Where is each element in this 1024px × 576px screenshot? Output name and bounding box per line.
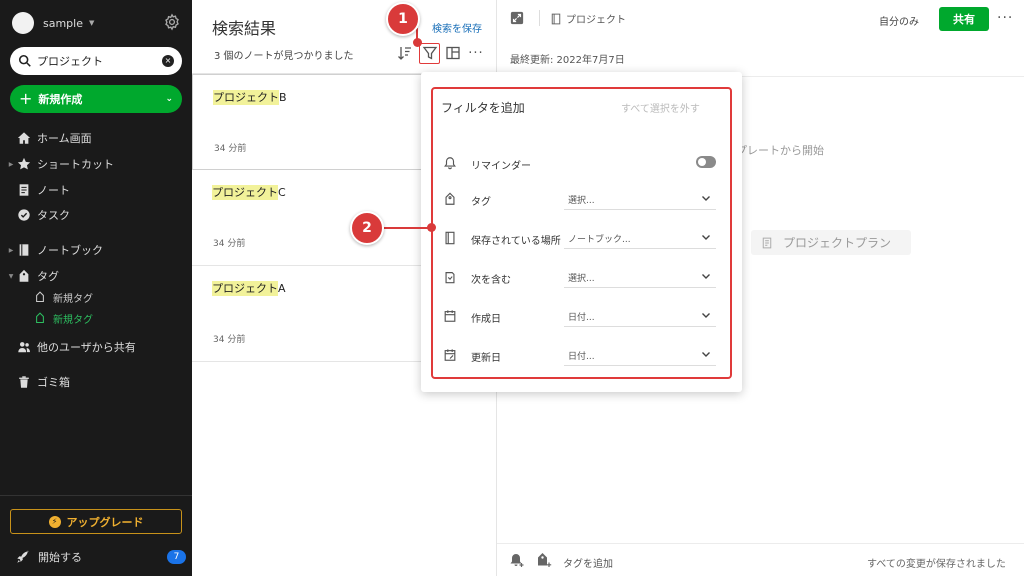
account-name: sample: [43, 16, 83, 30]
visibility-label[interactable]: 自分のみ: [879, 13, 919, 28]
search-icon: [18, 54, 31, 67]
annotation-dot: [413, 38, 422, 47]
sidebar-item-shared[interactable]: 他のユーザから共有: [6, 337, 186, 357]
sidebar-item-label: 新規タグ: [53, 314, 93, 326]
sidebar-item-label: タグ: [37, 270, 59, 283]
star-icon: [17, 157, 31, 170]
expand-triangle-icon[interactable]: ▶: [6, 247, 16, 254]
sidebar-item-label: 新規タグ: [53, 293, 93, 305]
expand-triangle-icon[interactable]: ▶: [6, 161, 16, 168]
save-status: すべての変更が保存されました: [867, 559, 1006, 570]
note-timestamp: 34 分前: [214, 144, 247, 154]
notebook-icon: [551, 13, 561, 24]
filter-popup-highlight-frame: [431, 87, 732, 379]
sidebar-item-label: ノート: [37, 184, 70, 197]
sidebar-item-notebooks[interactable]: ▶ ノートブック: [6, 240, 186, 260]
avatar: [12, 12, 34, 34]
save-search-link[interactable]: 検索を保存: [432, 20, 482, 35]
layout-icon[interactable]: [445, 45, 461, 61]
account-switcher[interactable]: sample ▼: [12, 10, 94, 36]
sidebar-item-tags[interactable]: ▼ タグ: [6, 266, 186, 286]
sidebar-item-label: タスク: [37, 209, 70, 222]
search-box: ×: [10, 47, 182, 75]
search-highlight: プロジェクト: [212, 281, 278, 296]
note-title: プロジェクトC: [212, 184, 286, 200]
template-hint: プレートから開始: [736, 144, 824, 157]
trash-icon: [19, 376, 29, 388]
clear-search-icon[interactable]: ×: [162, 55, 174, 67]
note-icon: [19, 184, 29, 196]
annotation-marker-2: 2: [350, 211, 384, 245]
rocket-icon: [17, 550, 29, 563]
sidebar-item-label: 他のユーザから共有: [37, 341, 136, 354]
plus-icon: +: [19, 89, 33, 108]
tag-outline-icon: [36, 291, 44, 303]
document-icon: [762, 237, 772, 248]
notebook-icon: [19, 244, 29, 256]
sidebar-item-trash[interactable]: ゴミ箱: [6, 372, 186, 392]
search-input[interactable]: [37, 54, 157, 68]
notebook-name: プロジェクト: [566, 15, 626, 26]
sidebar-item-label: ショートカット: [37, 158, 114, 171]
result-count: 3 個のノートが見つかりました: [214, 51, 354, 62]
annotation-dot: [427, 223, 436, 232]
new-note-label: 新規作成: [38, 93, 83, 106]
annotation-marker-1: 1: [386, 2, 420, 36]
template-item-label: プロジェクトプラン: [783, 236, 892, 250]
sidebar-item-notes[interactable]: ノート: [6, 180, 186, 200]
template-project-plan[interactable]: プロジェクトプラン: [751, 230, 911, 255]
sidebar-item-label: ホーム画面: [37, 132, 92, 145]
sidebar-item-tag-new-2[interactable]: 新規タグ: [34, 309, 93, 327]
collapse-triangle-icon[interactable]: ▼: [6, 273, 16, 280]
share-button[interactable]: 共有: [939, 7, 989, 31]
search-highlight: プロジェクト: [212, 185, 278, 200]
sidebar: sample ▼ × + 新規作成 ⌄ ホーム画面 ▶ ショートカット ノート …: [0, 0, 192, 576]
note-title-rest: C: [278, 186, 286, 199]
tag-add-icon[interactable]: [536, 552, 552, 568]
note-title-rest: A: [278, 282, 286, 295]
sidebar-item-label: ゴミ箱: [37, 376, 70, 389]
upgrade-label: アップグレード: [66, 515, 144, 529]
note-title: プロジェクトB: [213, 89, 287, 105]
sidebar-item-label: ノートブック: [37, 244, 103, 257]
search-highlight: プロジェクト: [213, 90, 279, 105]
note-timestamp: 34 分前: [213, 239, 246, 249]
upgrade-button[interactable]: ⚡ アップグレード: [10, 509, 182, 534]
reminder-add-icon[interactable]: [509, 552, 525, 568]
users-icon: [18, 342, 30, 353]
note-title-rest: B: [279, 91, 287, 104]
sidebar-item-home[interactable]: ホーム画面: [6, 128, 186, 148]
chevron-down-icon[interactable]: ⌄: [165, 94, 173, 104]
get-started-badge: 7: [167, 550, 186, 564]
annotation-connector: [384, 227, 432, 229]
toolbar-separator: [539, 10, 540, 26]
more-icon[interactable]: ···: [468, 45, 484, 61]
add-tag-label[interactable]: タグを追加: [563, 555, 613, 570]
tag-icon: [19, 269, 29, 282]
last-updated: 最終更新: 2022年7月7日: [510, 55, 625, 66]
chevron-down-icon: ▼: [89, 19, 95, 27]
new-note-button[interactable]: + 新規作成 ⌄: [10, 85, 182, 113]
sidebar-item-tasks[interactable]: タスク: [6, 205, 186, 225]
gear-icon[interactable]: [163, 13, 181, 31]
sidebar-divider: [0, 495, 192, 496]
home-icon: [17, 132, 31, 144]
more-icon[interactable]: ···: [997, 10, 1013, 26]
expand-icon[interactable]: [510, 11, 524, 25]
sidebar-item-tag-new-1[interactable]: 新規タグ: [34, 288, 93, 306]
task-check-icon: [18, 209, 30, 221]
filter-highlight-frame: [419, 43, 440, 64]
footer-divider: [497, 543, 1024, 544]
note-title: プロジェクトA: [212, 280, 286, 296]
tag-outline-icon: [36, 312, 44, 324]
bolt-icon: ⚡: [48, 515, 61, 528]
get-started-label: 開始する: [38, 551, 82, 564]
notebook-breadcrumb[interactable]: プロジェクト: [550, 11, 626, 26]
list-title: 検索結果: [212, 19, 277, 38]
get-started-item[interactable]: 開始する 7: [16, 548, 186, 566]
sidebar-item-shortcuts[interactable]: ▶ ショートカット: [6, 154, 186, 174]
note-timestamp: 34 分前: [213, 335, 246, 345]
sort-icon[interactable]: [397, 45, 413, 61]
